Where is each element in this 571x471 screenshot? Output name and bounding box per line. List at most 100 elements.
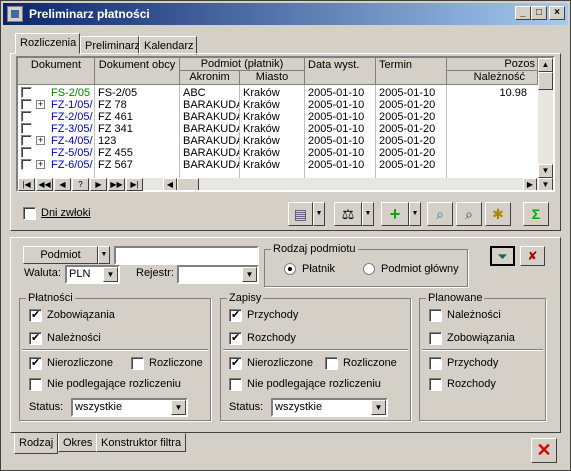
header-dokument[interactable]: Dokument bbox=[18, 58, 95, 85]
podmiot-input[interactable] bbox=[114, 246, 259, 265]
nav-button[interactable]: ? bbox=[72, 178, 89, 191]
nav-button[interactable]: ▶ bbox=[90, 178, 107, 191]
cell-akronim: ABC bbox=[183, 87, 206, 99]
header-podmiot[interactable]: Podmiot (płatnik) bbox=[180, 58, 305, 71]
close-window-button[interactable]: × bbox=[549, 6, 565, 20]
scroll-up-button[interactable]: ▲ bbox=[538, 58, 553, 72]
p-status-label: Status: bbox=[29, 401, 64, 413]
przychody-checkbox[interactable] bbox=[229, 308, 242, 322]
rozchody-checkbox[interactable] bbox=[229, 331, 242, 345]
rozchody-label: Rozchody bbox=[247, 332, 296, 344]
pl-naleznosci-checkbox[interactable] bbox=[429, 309, 442, 322]
row-checkbox[interactable] bbox=[21, 123, 32, 134]
p-nierozliczone-checkbox[interactable] bbox=[29, 356, 42, 370]
rejestr-select[interactable]: ▼ bbox=[177, 265, 259, 284]
tab-rodzaj[interactable]: Rodzaj bbox=[14, 433, 59, 454]
nav-button[interactable]: ▶▶ bbox=[108, 178, 125, 191]
nav-button[interactable]: ▶| bbox=[126, 178, 143, 191]
chevron-down-icon[interactable]: ▼ bbox=[103, 267, 118, 282]
cell-naleznosc bbox=[450, 135, 527, 147]
podmiot-glowny-radio[interactable] bbox=[363, 263, 375, 275]
header-akronim[interactable]: Akronim bbox=[180, 71, 240, 85]
header-dokument-obcy[interactable]: Dokument obcy bbox=[95, 58, 180, 85]
minimize-button[interactable]: _ bbox=[515, 6, 531, 20]
podmiot-button[interactable]: Podmiot bbox=[23, 246, 98, 264]
print-dropdown[interactable]: ▼ bbox=[313, 202, 325, 226]
scroll-left-button[interactable]: ◀ bbox=[163, 178, 177, 190]
header-data-wyst[interactable]: Data wyst. bbox=[305, 58, 376, 85]
z-status-select[interactable]: wszystkie ▼ bbox=[271, 398, 388, 417]
clear-filter-button[interactable]: ✘ bbox=[520, 246, 545, 266]
filter-wizard-button[interactable]: ✱ bbox=[485, 202, 511, 226]
maximize-button[interactable]: □ bbox=[531, 6, 547, 20]
cell-miasto: Kraków bbox=[243, 111, 280, 123]
pl-zobowiazania-checkbox[interactable] bbox=[429, 332, 442, 345]
balance-button[interactable]: ⚖ bbox=[334, 202, 362, 226]
scroll-down-button[interactable]: ▼ bbox=[538, 164, 553, 178]
expand-icon[interactable]: + bbox=[36, 100, 45, 109]
pl-przychody-label: Przychody bbox=[447, 357, 499, 369]
cell-data-wyst: 2005-01-10 bbox=[308, 99, 365, 111]
pl-przychody-checkbox[interactable] bbox=[429, 357, 442, 370]
table-row[interactable]: + FZ-1/05/FZ 78 BARAKUDA Kraków 2005-01-10 20… bbox=[18, 99, 538, 111]
add-button[interactable]: + bbox=[381, 202, 409, 226]
chevron-down-icon[interactable]: ▼ bbox=[171, 400, 186, 415]
table-row[interactable]: FZ-3/05/FZ 341 BARAKUDA Kraków 2005-01-10 20… bbox=[18, 123, 538, 135]
podmiot-dropdown[interactable]: ▼ bbox=[98, 246, 110, 264]
row-checkbox[interactable] bbox=[21, 147, 32, 158]
print-button[interactable]: ▤ bbox=[288, 202, 313, 226]
balance-dropdown[interactable]: ▼ bbox=[362, 202, 374, 226]
cell-termin: 2005-01-20 bbox=[379, 111, 436, 123]
pl-rozchody-checkbox[interactable] bbox=[429, 378, 442, 391]
cell-akronim: BARAKUDA bbox=[183, 99, 240, 111]
column-divider bbox=[375, 85, 376, 178]
p-niepodlegajace-checkbox[interactable] bbox=[29, 378, 42, 391]
z-nierozliczone-checkbox[interactable] bbox=[229, 356, 242, 370]
sum-button[interactable]: Σ bbox=[523, 202, 549, 226]
table-row[interactable]: + FZ-6/05/FZ 567 BARAKUDA Kraków 2005-01-10 2… bbox=[18, 159, 538, 171]
z-niepodlegajace-checkbox[interactable] bbox=[229, 378, 242, 391]
cell-naleznosc bbox=[450, 147, 527, 159]
chevron-down-icon[interactable]: ▼ bbox=[242, 267, 257, 282]
scroll-down-button-2[interactable]: ▼ bbox=[538, 178, 553, 190]
row-checkbox[interactable] bbox=[21, 111, 32, 122]
preview-button[interactable]: ⌕ bbox=[456, 202, 482, 226]
expand-icon[interactable]: + bbox=[36, 160, 45, 169]
nav-button[interactable]: |◀ bbox=[18, 178, 35, 191]
chevron-down-icon[interactable]: ▼ bbox=[371, 400, 386, 415]
zobowiazania-checkbox[interactable] bbox=[29, 308, 42, 322]
nav-button[interactable]: ◀ bbox=[54, 178, 71, 191]
expand-icon[interactable]: + bbox=[36, 136, 45, 145]
hscroll-thumb[interactable] bbox=[177, 178, 199, 190]
nav-button[interactable]: ◀◀ bbox=[36, 178, 53, 191]
search-button[interactable]: ⌕ bbox=[427, 202, 453, 226]
tab-rozliczenia[interactable]: Rozliczenia bbox=[15, 33, 80, 54]
table-row[interactable]: FZ-5/05/FZ 455 BARAKUDA Kraków 2005-01-10 20… bbox=[18, 147, 538, 159]
waluta-select[interactable]: PLN ▼ bbox=[65, 265, 120, 284]
table-row[interactable]: + FZ-4/05/123 BARAKUDA Kraków 2005-01-10 2005… bbox=[18, 135, 538, 147]
table-row[interactable]: FZ-2/05/FZ 461 BARAKUDA Kraków 2005-01-10 20… bbox=[18, 111, 538, 123]
row-checkbox[interactable] bbox=[21, 99, 32, 110]
platnik-radio[interactable] bbox=[284, 263, 296, 275]
tab-konstruktor-filtra[interactable]: Konstruktor filtra bbox=[96, 433, 187, 452]
header-pozostalo[interactable]: Pozos bbox=[447, 58, 538, 71]
scroll-right-button[interactable]: ▶ bbox=[523, 178, 537, 190]
close-button[interactable]: ✕ bbox=[531, 438, 557, 463]
add-dropdown[interactable]: ▼ bbox=[409, 202, 421, 226]
header-termin[interactable]: Termin bbox=[376, 58, 447, 85]
row-checkbox[interactable] bbox=[21, 135, 32, 146]
z-rozliczone-checkbox[interactable] bbox=[325, 357, 338, 370]
p-status-select[interactable]: wszystkie ▼ bbox=[71, 398, 188, 417]
table-row[interactable]: FS-2/05 FS-2/05 ABC Kraków 2005-01-10 2005-01… bbox=[18, 87, 538, 99]
apply-filter-button[interactable]: ⏷ bbox=[490, 246, 515, 266]
p-rozliczone-checkbox[interactable] bbox=[131, 357, 144, 370]
scroll-thumb[interactable] bbox=[538, 72, 553, 90]
header-miasto[interactable]: Miasto bbox=[240, 71, 305, 85]
dni-zwloki-checkbox[interactable] bbox=[23, 207, 36, 220]
tab-okres[interactable]: Okres bbox=[58, 433, 98, 452]
vertical-scrollbar[interactable]: ▲ ▼ bbox=[538, 58, 553, 178]
naleznosci-checkbox[interactable] bbox=[29, 331, 42, 345]
row-checkbox[interactable] bbox=[21, 159, 32, 170]
header-naleznosc[interactable]: Należność bbox=[447, 71, 538, 85]
row-checkbox[interactable] bbox=[21, 87, 32, 98]
